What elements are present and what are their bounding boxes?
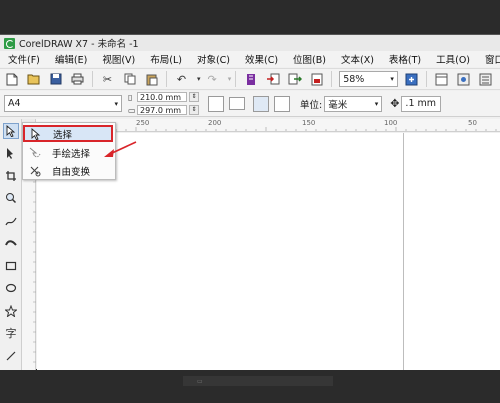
rectangle-tool-icon[interactable]: [3, 258, 19, 274]
page-border: [403, 133, 404, 370]
menu-table[interactable]: 表格(T): [389, 52, 421, 66]
menu-text[interactable]: 文本(X): [341, 52, 374, 66]
chevron-down-icon: ▾: [390, 75, 394, 83]
zoom-level-value: 58%: [343, 73, 365, 85]
open-icon[interactable]: [26, 71, 41, 87]
undo-icon[interactable]: ↶: [174, 71, 189, 87]
height-icon: ▭: [128, 105, 136, 115]
toolbar-separator: [331, 71, 333, 87]
units-select[interactable]: 毫米 ▾: [324, 95, 383, 112]
title-bar: CorelDRAW X7 - 未命名 -1: [0, 35, 500, 51]
landscape-icon[interactable]: [229, 97, 245, 110]
free-transform-icon: [28, 164, 42, 178]
full-screen-preview-icon[interactable]: [404, 71, 419, 87]
spin-stepper[interactable]: ⇕: [189, 92, 199, 102]
width-icon: ▯: [128, 92, 133, 102]
units-label: 单位:: [300, 99, 323, 111]
menu-window[interactable]: 窗口(W): [485, 52, 500, 66]
flyout-item-free-transform[interactable]: 自由变换: [24, 162, 114, 179]
shape-tool-icon[interactable]: [3, 145, 19, 161]
application-launcher-icon[interactable]: [456, 71, 471, 87]
text-tool-icon[interactable]: 字: [3, 325, 19, 341]
flyout-item-label: 选择: [53, 129, 73, 141]
dropdown-arrow-icon[interactable]: ▾: [227, 71, 233, 87]
units-value: 毫米: [328, 99, 348, 111]
nudge-distance-icon: ✥: [390, 97, 400, 110]
menu-tools[interactable]: 工具(O): [436, 52, 470, 66]
cut-icon[interactable]: ✂: [100, 71, 115, 87]
import-icon[interactable]: [265, 71, 280, 87]
page-size-value: A4: [8, 98, 21, 109]
portrait-icon[interactable]: [208, 95, 224, 112]
redo-icon[interactable]: ↷: [205, 71, 220, 87]
menu-layout[interactable]: 布局(L): [150, 52, 182, 66]
freehand-pick-icon: [28, 146, 42, 160]
options-icon[interactable]: [478, 71, 493, 87]
flyout-item-label: 手绘选择: [52, 148, 91, 160]
menu-view[interactable]: 视图(V): [102, 52, 135, 66]
save-icon[interactable]: [48, 71, 63, 87]
ellipse-tool-icon[interactable]: [3, 280, 19, 296]
copy-icon[interactable]: [122, 71, 137, 87]
menu-edit[interactable]: 编辑(E): [55, 52, 87, 66]
all-pages-icon[interactable]: [253, 95, 269, 112]
artistic-media-icon[interactable]: [3, 235, 19, 251]
nudge-distance-field[interactable]: .1 mm: [401, 95, 442, 112]
app-window: CorelDRAW X7 - 未命名 -1 文件(F) 编辑(E) 视图(V) …: [0, 34, 500, 370]
paste-icon[interactable]: [144, 71, 159, 87]
pick-tool-icon[interactable]: [3, 123, 19, 139]
menu-bitmaps[interactable]: 位图(B): [293, 52, 326, 66]
menu-effects[interactable]: 效果(C): [245, 52, 278, 66]
property-bar: A4 ▾ ▯ 210.0 mm ⇕ ▭ 297.0 mm ⇕ 单位: 毫米 ▾ …: [0, 91, 500, 117]
taskbar-blur-glyph: ▭: [197, 377, 203, 385]
page-width-field[interactable]: 210.0 mm: [137, 92, 187, 102]
coreldraw-logo-icon: [4, 37, 15, 49]
menu-file[interactable]: 文件(F): [8, 52, 40, 66]
toolbar-separator: [425, 71, 427, 87]
menu-bar: 文件(F) 编辑(E) 视图(V) 布局(L) 对象(C) 效果(C) 位图(B…: [0, 51, 500, 67]
ruler-label: 200: [208, 119, 222, 127]
polygon-tool-icon[interactable]: [3, 303, 19, 319]
zoom-level-select[interactable]: 58% ▾: [339, 71, 398, 87]
ruler-label: 100: [384, 119, 398, 127]
ruler-label: 50: [468, 119, 477, 127]
toolbar-separator: [235, 71, 237, 87]
chevron-down-icon: ▾: [374, 99, 379, 108]
toolbar-separator: [166, 71, 167, 87]
pick-arrow-icon: [29, 127, 43, 141]
page-size-select[interactable]: A4 ▾: [4, 95, 122, 112]
print-icon[interactable]: [70, 71, 85, 87]
ruler-label: 150: [302, 119, 316, 127]
current-page-icon[interactable]: [274, 95, 290, 112]
toolbox: 字: [0, 119, 22, 370]
standard-toolbar: ✂ ↶ ▾ ↷ ▾ 58% ▾: [0, 68, 500, 90]
zoom-tool-icon[interactable]: [3, 190, 19, 206]
menu-object[interactable]: 对象(C): [197, 52, 230, 66]
background-taskbar: ▭: [183, 376, 333, 386]
freehand-tool-icon[interactable]: [3, 213, 19, 229]
chevron-down-icon: ▾: [114, 99, 118, 108]
spin-stepper[interactable]: ⇕: [189, 105, 199, 115]
window-title: CorelDRAW X7 - 未命名 -1: [19, 39, 139, 50]
page-height-field[interactable]: 297.0 mm: [137, 105, 187, 115]
new-icon[interactable]: [4, 71, 19, 87]
parallel-dimension-icon[interactable]: [3, 348, 19, 364]
export-icon[interactable]: [287, 71, 302, 87]
publish-pdf-icon[interactable]: [309, 71, 324, 87]
snap-to-icon[interactable]: [434, 71, 449, 87]
crop-tool-icon[interactable]: [3, 168, 19, 184]
search-content-icon[interactable]: [243, 71, 258, 87]
dropdown-arrow-icon[interactable]: ▾: [196, 71, 202, 87]
ruler-label: 250: [136, 119, 150, 127]
toolbar-separator: [92, 71, 93, 87]
page-dimensions: ▯ 210.0 mm ⇕ ▭ 297.0 mm ⇕: [128, 92, 199, 116]
flyout-item-label: 自由变换: [52, 166, 91, 178]
annotation-arrow: [104, 141, 137, 157]
